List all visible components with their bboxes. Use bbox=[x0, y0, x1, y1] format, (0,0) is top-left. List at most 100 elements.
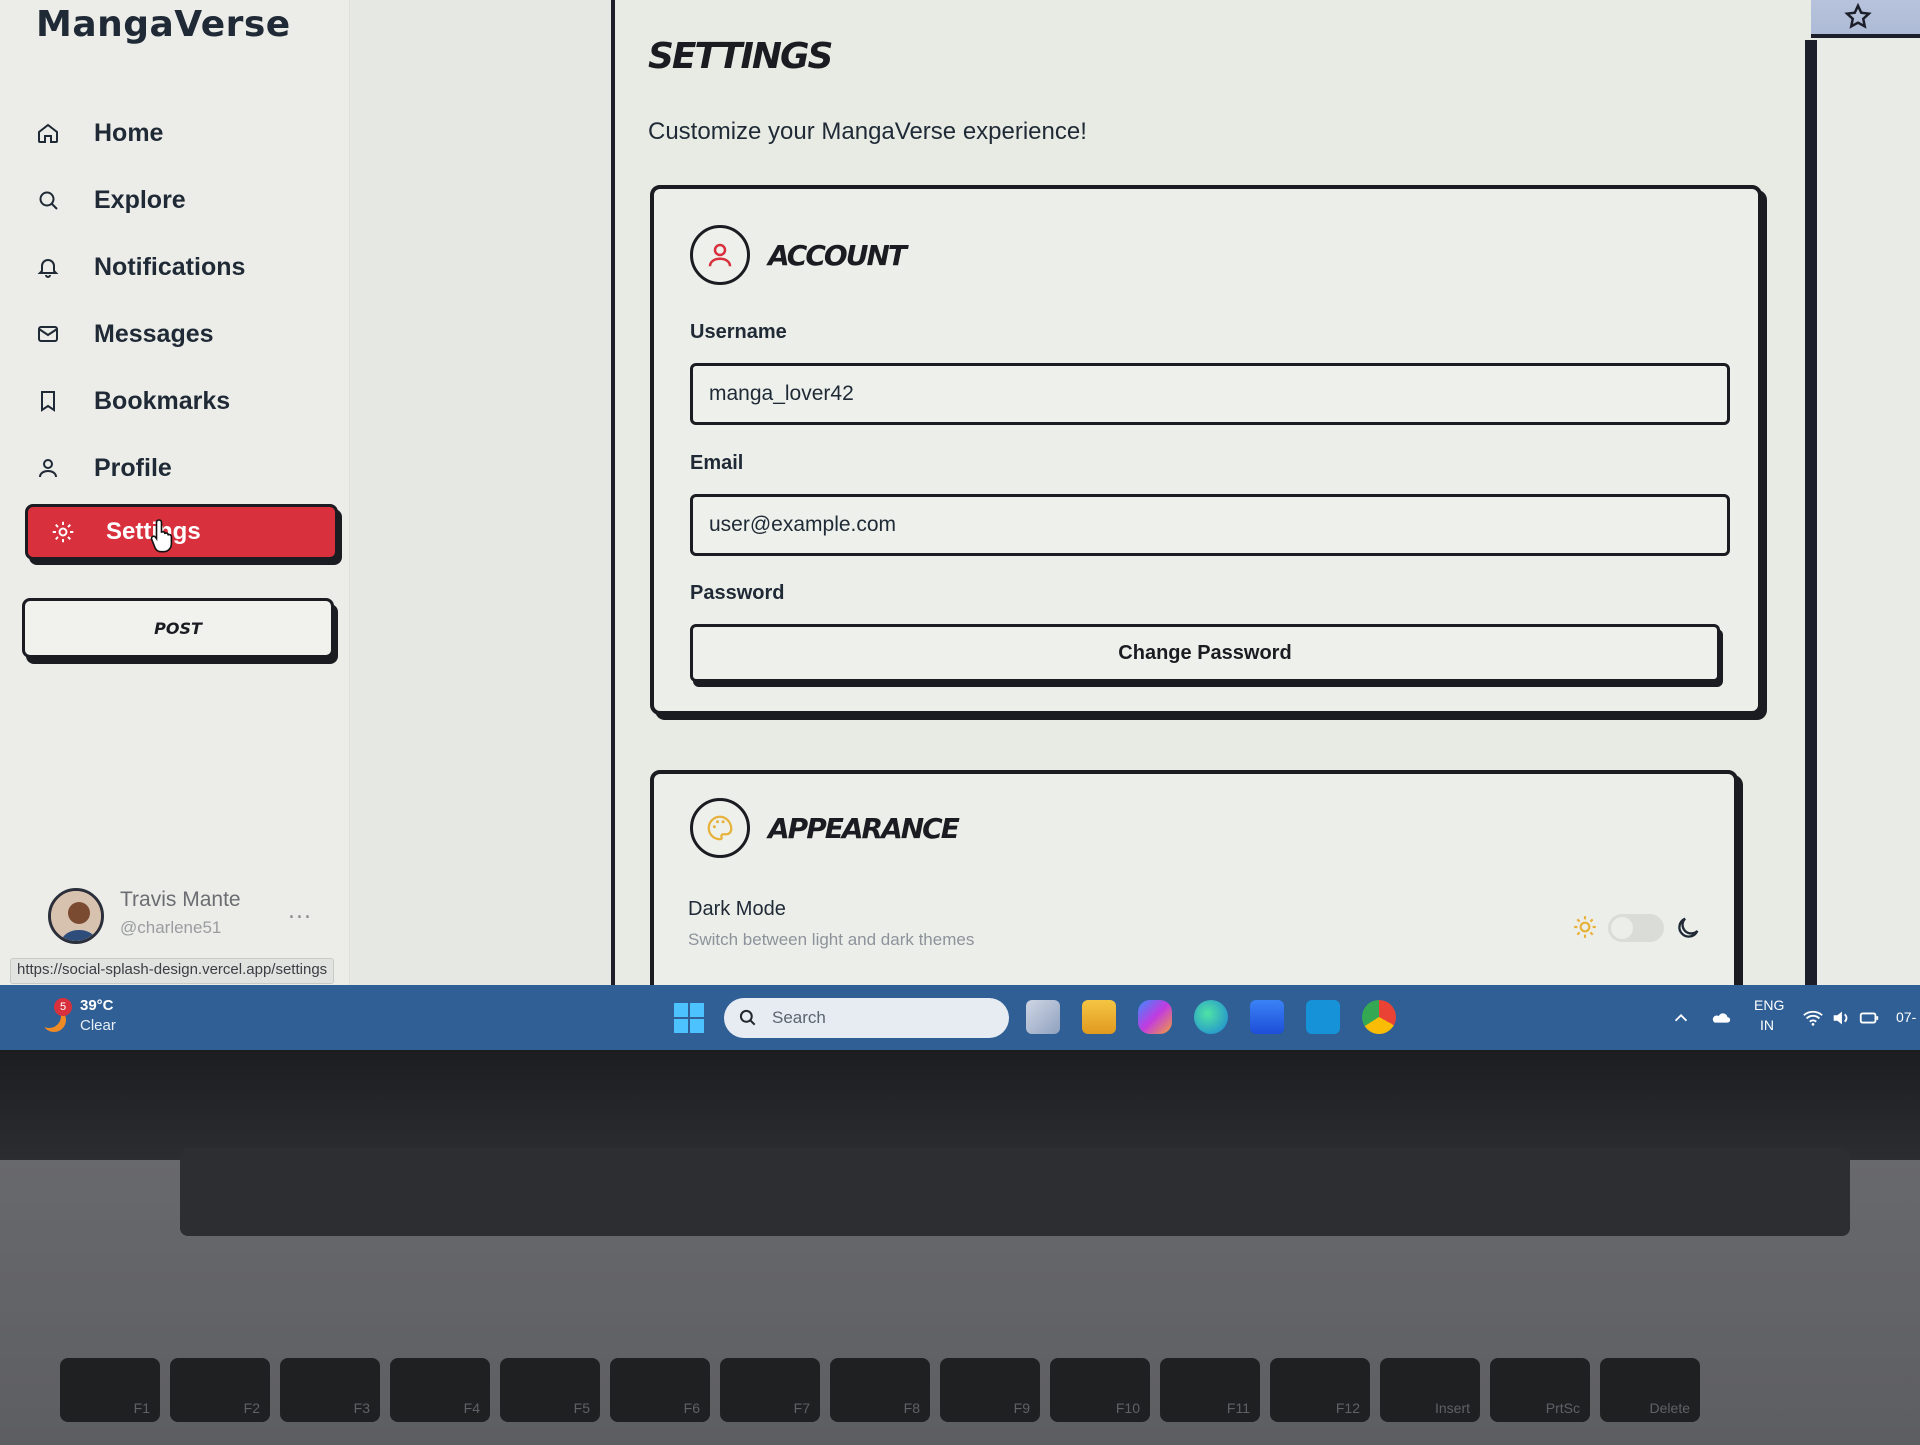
windows-taskbar: 5 39°C Clear Search ENG IN 07- bbox=[0, 985, 1920, 1050]
onedrive-icon[interactable] bbox=[1710, 1007, 1732, 1029]
sidebar-item-notifications[interactable]: Notifications bbox=[36, 234, 336, 301]
volume-icon[interactable] bbox=[1830, 1007, 1852, 1029]
sidebar-item-profile[interactable]: Profile bbox=[36, 435, 336, 502]
weather-badge: 5 bbox=[54, 998, 72, 1016]
laptop-hinge bbox=[180, 1148, 1850, 1236]
windows-start-icon[interactable] bbox=[673, 1002, 705, 1034]
account-title: ACCOUNT bbox=[768, 238, 907, 272]
chrome-icon[interactable] bbox=[1362, 1000, 1396, 1034]
toggle-knob bbox=[1611, 917, 1633, 939]
username-field[interactable]: manga_lover42 bbox=[690, 363, 1730, 425]
bookmark-icon bbox=[36, 389, 62, 415]
language-region: IN bbox=[1760, 1017, 1774, 1033]
user-name: Travis Mante bbox=[120, 888, 241, 911]
app-logo[interactable]: MangaVerse bbox=[36, 4, 291, 45]
key-f7[interactable]: F7 bbox=[720, 1358, 820, 1422]
page-title: SETTINGS bbox=[648, 36, 833, 77]
clock[interactable]: 07- bbox=[1896, 1009, 1916, 1025]
function-key-row: F1 F2 F3 F4 F5 F6 F7 F8 F9 F10 F11 F12 I… bbox=[0, 1358, 1920, 1445]
password-label: Password bbox=[690, 582, 785, 604]
sun-icon bbox=[1574, 916, 1596, 938]
taskbar-search-input[interactable]: Search bbox=[724, 998, 1009, 1038]
key-f11[interactable]: F11 bbox=[1160, 1358, 1260, 1422]
sidebar-item-label: Home bbox=[94, 119, 164, 147]
dark-mode-label: Dark Mode bbox=[688, 898, 786, 920]
email-field[interactable]: user@example.com bbox=[690, 494, 1730, 556]
key-delete[interactable]: Delete bbox=[1600, 1358, 1700, 1422]
sidebar-item-label: Bookmarks bbox=[94, 387, 231, 415]
file-explorer-icon[interactable] bbox=[1082, 1000, 1116, 1034]
content-gutter bbox=[351, 0, 611, 985]
key-f6[interactable]: F6 bbox=[610, 1358, 710, 1422]
search-icon bbox=[739, 1009, 756, 1026]
taskbar-search-placeholder: Search bbox=[772, 1008, 826, 1027]
user-icon bbox=[690, 225, 750, 285]
sidebar-item-settings[interactable]: Settings bbox=[25, 504, 338, 560]
key-f10[interactable]: F10 bbox=[1050, 1358, 1150, 1422]
sidebar-item-bookmarks[interactable]: Bookmarks bbox=[36, 368, 336, 435]
sidebar: MangaVerse Home Explore Notifications Me… bbox=[0, 0, 350, 985]
bookmark-star-icon[interactable] bbox=[1843, 2, 1873, 32]
sidebar-item-messages[interactable]: Messages bbox=[36, 301, 336, 368]
user-icon bbox=[36, 456, 62, 482]
appearance-title: APPEARANCE bbox=[768, 811, 960, 845]
copilot-icon[interactable] bbox=[1138, 1000, 1172, 1034]
palette-icon bbox=[690, 798, 750, 858]
sidebar-item-label: Messages bbox=[94, 320, 214, 348]
app-icon[interactable] bbox=[1306, 1000, 1340, 1034]
sidebar-nav: Home Explore Notifications Messages Book… bbox=[36, 100, 336, 502]
browser-screen: MangaVerse Home Explore Notifications Me… bbox=[0, 0, 1920, 1050]
post-button[interactable]: POST bbox=[22, 598, 334, 658]
sidebar-item-label: Profile bbox=[94, 454, 172, 482]
edge-browser-icon[interactable] bbox=[1194, 1000, 1228, 1034]
link-status-url: https://social-splash-design.vercel.app/… bbox=[10, 958, 335, 984]
weather-temp: 39°C bbox=[80, 997, 114, 1014]
change-password-button[interactable]: Change Password bbox=[690, 624, 1720, 682]
key-f2[interactable]: F2 bbox=[170, 1358, 270, 1422]
chevron-up-icon[interactable] bbox=[1670, 1007, 1692, 1029]
language-indicator[interactable]: ENG bbox=[1754, 997, 1784, 1013]
page-subtitle: Customize your MangaVerse experience! bbox=[648, 118, 1087, 145]
hand-cursor-icon bbox=[150, 519, 173, 553]
bell-icon bbox=[36, 255, 62, 281]
wifi-icon[interactable] bbox=[1802, 1007, 1824, 1029]
key-f3[interactable]: F3 bbox=[280, 1358, 380, 1422]
user-handle: @charlene51 bbox=[120, 918, 222, 937]
key-f4[interactable]: F4 bbox=[390, 1358, 490, 1422]
avatar bbox=[48, 888, 104, 944]
search-icon bbox=[36, 188, 62, 214]
more-options-icon[interactable]: ... bbox=[288, 899, 312, 924]
gear-icon bbox=[50, 519, 76, 545]
account-card: ACCOUNT Username manga_lover42 Email use… bbox=[650, 185, 1762, 715]
key-prtsc[interactable]: PrtSc bbox=[1490, 1358, 1590, 1422]
mail-icon bbox=[36, 322, 62, 348]
sidebar-item-explore[interactable]: Explore bbox=[36, 167, 336, 234]
key-f8[interactable]: F8 bbox=[830, 1358, 930, 1422]
key-f9[interactable]: F9 bbox=[940, 1358, 1040, 1422]
sidebar-item-home[interactable]: Home bbox=[36, 100, 336, 167]
laptop-bezel bbox=[0, 1050, 1920, 1160]
weather-icon: 5 bbox=[36, 998, 72, 1036]
main-border bbox=[1805, 40, 1817, 985]
task-view-icon[interactable] bbox=[1026, 1000, 1060, 1034]
key-f5[interactable]: F5 bbox=[500, 1358, 600, 1422]
key-f1[interactable]: F1 bbox=[60, 1358, 160, 1422]
key-f12[interactable]: F12 bbox=[1270, 1358, 1370, 1422]
sidebar-item-label: Explore bbox=[94, 186, 186, 214]
appearance-card: APPEARANCE Dark Mode Switch between ligh… bbox=[650, 770, 1738, 1010]
home-icon bbox=[36, 121, 62, 147]
email-label: Email bbox=[690, 452, 744, 474]
username-label: Username bbox=[690, 321, 787, 343]
account-header: ACCOUNT bbox=[690, 225, 907, 285]
dark-mode-description: Switch between light and dark themes bbox=[688, 930, 975, 949]
dark-mode-toggle[interactable] bbox=[1608, 914, 1664, 942]
weather-widget[interactable]: 5 39°C Clear bbox=[36, 993, 116, 1043]
moon-icon bbox=[1678, 917, 1699, 938]
sidebar-item-label: Notifications bbox=[94, 253, 246, 281]
user-profile-card[interactable]: Travis Mante @charlene51 ... bbox=[48, 885, 328, 945]
weather-condition: Clear bbox=[80, 1017, 116, 1034]
key-insert[interactable]: Insert bbox=[1380, 1358, 1480, 1422]
appearance-header: APPEARANCE bbox=[690, 798, 960, 858]
battery-icon[interactable] bbox=[1858, 1007, 1880, 1029]
store-icon[interactable] bbox=[1250, 1000, 1284, 1034]
